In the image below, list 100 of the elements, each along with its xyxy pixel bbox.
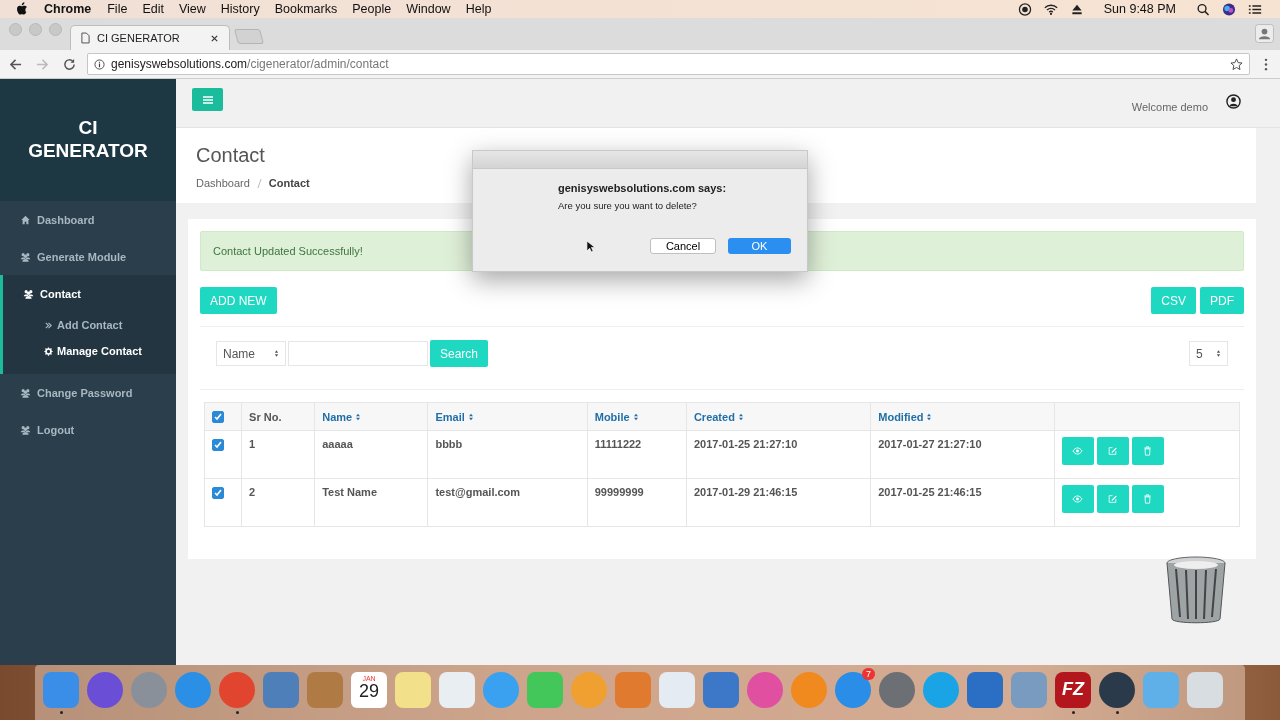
- back-icon[interactable]: [9, 57, 22, 71]
- table-cell: 2017-01-25 21:46:15: [878, 486, 982, 498]
- apple-icon[interactable]: [16, 2, 28, 16]
- cancel-button[interactable]: Cancel: [650, 238, 716, 254]
- window-zoom-button[interactable]: [49, 23, 62, 36]
- menu-item[interactable]: Edit: [142, 2, 164, 16]
- page-size-select[interactable]: 5: [1189, 341, 1228, 366]
- column-header[interactable]: Name: [314, 402, 428, 431]
- menu-item[interactable]: View: [178, 2, 206, 16]
- cursor-icon: [586, 240, 595, 253]
- menu-item[interactable]: Help: [465, 2, 492, 16]
- users-icon: [20, 251, 31, 262]
- menu-item[interactable]: Bookmarks: [274, 2, 338, 16]
- table-cell: Test Name: [322, 486, 378, 498]
- column-header[interactable]: Modified: [870, 402, 1055, 431]
- search-icon[interactable]: [1196, 2, 1210, 16]
- window-minimize-button[interactable]: [29, 23, 42, 36]
- edit-icon: [1107, 494, 1119, 504]
- checkbox[interactable]: [212, 439, 224, 452]
- sidebar-item[interactable]: Dashboard: [0, 201, 176, 238]
- sidebar-item[interactable]: Logout: [0, 411, 176, 448]
- select-arrows-icon: [1216, 349, 1221, 358]
- orb-icon[interactable]: [1222, 2, 1236, 16]
- sort-icon: [737, 412, 744, 421]
- edit-button[interactable]: [1096, 437, 1129, 465]
- forward-icon[interactable]: [36, 57, 49, 71]
- eye-icon: [1072, 494, 1084, 504]
- users-icon: [20, 424, 31, 435]
- menu-icon: [201, 94, 214, 105]
- new-tab-button[interactable]: [234, 29, 264, 44]
- table-cell: 99999999: [594, 486, 644, 498]
- checkbox[interactable]: [212, 487, 224, 500]
- column-header: Sr No.: [241, 402, 315, 431]
- menu-clock[interactable]: Sun 9:48 PM: [1103, 2, 1176, 16]
- menu-item[interactable]: People: [352, 2, 392, 16]
- users-icon: [23, 288, 34, 299]
- menu-toggle-button[interactable]: [192, 88, 223, 111]
- menu-item[interactable]: Chrome: [44, 2, 92, 16]
- sort-icon: [926, 412, 933, 421]
- window-close-button[interactable]: [9, 23, 22, 36]
- table-cell: bbbb: [435, 438, 463, 450]
- table-cell: 1: [249, 438, 256, 450]
- trash-icon: [1142, 446, 1154, 456]
- view-button[interactable]: [1061, 437, 1094, 465]
- sidebar-item[interactable]: Change Password: [0, 374, 176, 411]
- notification-badge: 7: [862, 667, 875, 680]
- gear-icon: [44, 346, 53, 356]
- sort-icon: [467, 412, 474, 421]
- address-bar[interactable]: genisyswebsolutions.com/cigenerator/admin/contact: [87, 53, 1250, 75]
- brand-logo: CI GENERATOR: [27, 117, 149, 163]
- search-field[interactable]: [288, 341, 428, 366]
- welcome-text: Welcome demo: [1131, 101, 1208, 113]
- menu-item[interactable]: File: [107, 2, 128, 16]
- dialog-title: genisyswebsolutions.com says:: [558, 182, 728, 194]
- table-cell: aaaaa: [322, 438, 353, 450]
- page-title: Contact: [196, 144, 265, 167]
- list-icon[interactable]: [1248, 2, 1262, 16]
- edit-icon: [1107, 446, 1119, 456]
- double-chevron-icon: [44, 320, 53, 330]
- wifi-icon[interactable]: [1043, 2, 1058, 16]
- eye-icon: [1072, 446, 1084, 456]
- info-icon[interactable]: [94, 58, 105, 70]
- delete-button[interactable]: [1131, 437, 1164, 465]
- dialog-message: Are you sure you want to delete?: [558, 200, 698, 211]
- close-icon[interactable]: [210, 33, 219, 43]
- table-cell: 2017-01-27 21:27:10: [878, 438, 982, 450]
- delete-button[interactable]: [1131, 485, 1164, 513]
- column-header[interactable]: Mobile: [587, 402, 687, 431]
- menu-item[interactable]: History: [220, 2, 260, 16]
- page-icon: [81, 32, 90, 44]
- column-header[interactable]: Created: [686, 402, 871, 431]
- running-indicator: [1071, 710, 1075, 714]
- column-header[interactable]: Email: [427, 402, 588, 431]
- user-icon[interactable]: [1226, 94, 1241, 109]
- sort-icon: [355, 412, 362, 421]
- table-cell: 2017-01-29 21:46:15: [693, 486, 798, 498]
- bookmark-star-icon[interactable]: [1230, 57, 1243, 71]
- record-icon[interactable]: [1017, 2, 1032, 16]
- eject-icon[interactable]: [1069, 2, 1084, 16]
- sidebar-item[interactable]: Contact: [3, 275, 176, 312]
- filter-select[interactable]: Name: [216, 341, 286, 366]
- select-arrows-icon: [274, 349, 279, 358]
- trash-icon: [1142, 494, 1154, 504]
- menu-item[interactable]: Window: [406, 2, 451, 16]
- sort-icon: [632, 412, 639, 421]
- table-cell: 2: [249, 486, 256, 498]
- more-icon[interactable]: [1264, 57, 1268, 71]
- trash-can-icon: [1164, 555, 1228, 625]
- running-indicator: [59, 710, 63, 714]
- sidebar-item[interactable]: Generate Module: [0, 238, 176, 275]
- browser-tab[interactable]: CI GENERATOR: [70, 25, 230, 50]
- breadcrumb-link[interactable]: Dashboard: [196, 177, 250, 189]
- reload-icon[interactable]: [63, 57, 76, 71]
- sidebar-subitem[interactable]: Add Contact: [3, 312, 176, 338]
- view-button[interactable]: [1061, 485, 1094, 513]
- profile-icon[interactable]: [1255, 24, 1274, 43]
- sidebar-subitem[interactable]: Manage Contact: [3, 338, 176, 364]
- edit-button[interactable]: [1096, 485, 1129, 513]
- running-indicator: [235, 710, 239, 714]
- checkbox[interactable]: [212, 411, 224, 424]
